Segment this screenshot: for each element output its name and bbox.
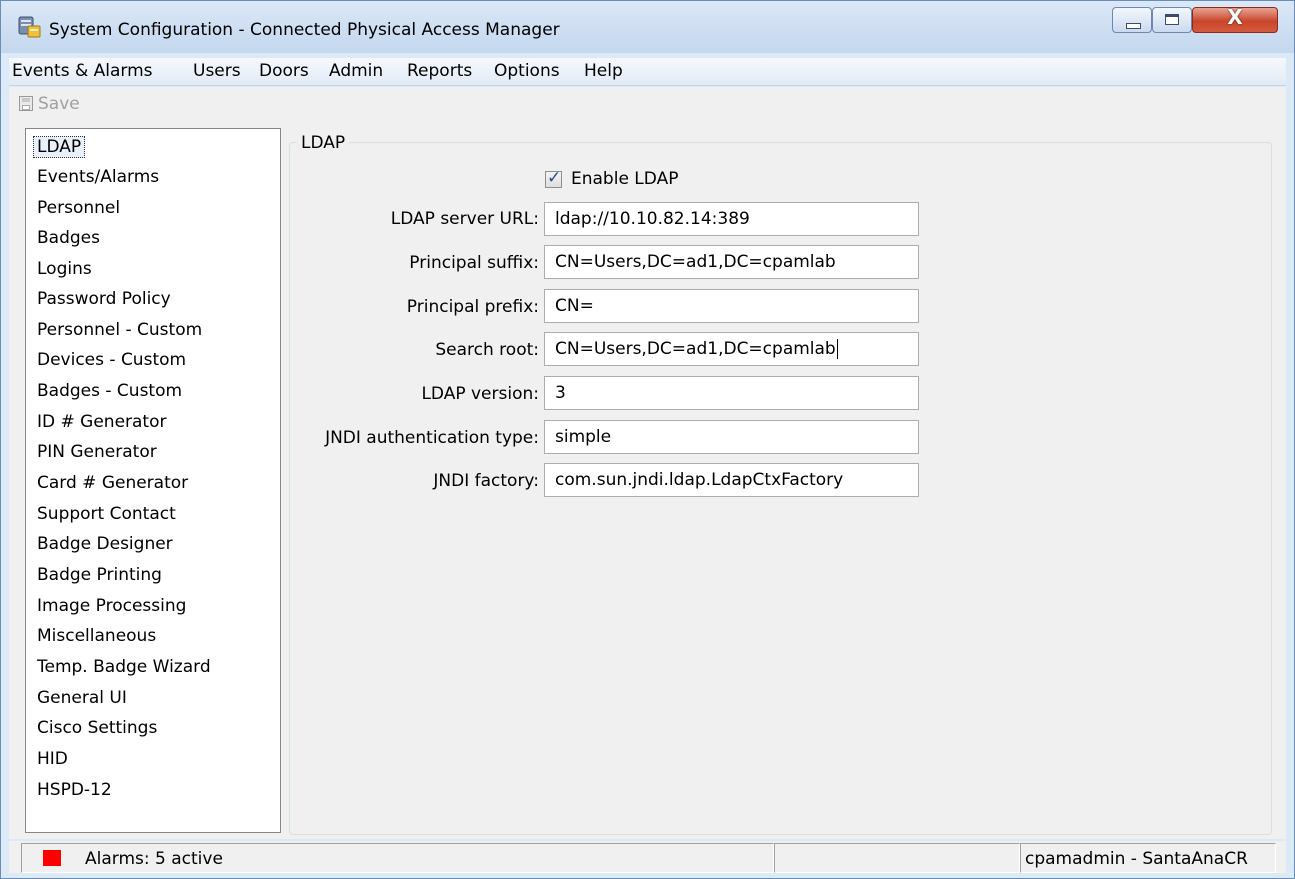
menu-bar: Events & Alarms Users Doors Admin Report…	[9, 58, 1286, 86]
close-button[interactable]: X	[1192, 5, 1278, 33]
sidebar-item-badge-designer[interactable]: Badge Designer	[37, 534, 173, 554]
search-root-value: CN=Users,DC=ad1,DC=cpamlab	[555, 339, 836, 359]
jndi-auth-type-value: simple	[555, 427, 612, 447]
principal-suffix-input[interactable]: CN=Users,DC=ad1,DC=cpamlab	[544, 245, 919, 279]
menu-doors[interactable]: Doors	[259, 61, 309, 81]
sidebar-item-badge-printing[interactable]: Badge Printing	[37, 565, 162, 585]
window-title: System Configuration - Connected Physica…	[49, 20, 560, 40]
alarm-indicator	[43, 850, 61, 866]
jndi-factory-label: JNDI factory:	[433, 471, 539, 491]
ldap-server-url-input[interactable]: ldap://10.10.82.14:389	[544, 202, 919, 236]
checkmark-icon: ✓	[547, 168, 562, 188]
sidebar-item-image-processing[interactable]: Image Processing	[37, 596, 186, 616]
jndi-factory-value: com.sun.jndi.ldap.LdapCtxFactory	[555, 470, 844, 490]
enable-ldap-checkbox[interactable]: ✓	[545, 168, 562, 188]
sidebar-item-hspd-12[interactable]: HSPD-12	[37, 780, 112, 800]
minimize-icon	[1126, 23, 1141, 29]
menu-help[interactable]: Help	[584, 61, 623, 81]
alarm-status[interactable]: Alarms: 5 active	[85, 849, 223, 869]
jndi-auth-type-label: JNDI authentication type:	[325, 428, 539, 448]
menu-options[interactable]: Options	[494, 61, 560, 81]
sidebar-item-temp-badge-wizard[interactable]: Temp. Badge Wizard	[37, 657, 211, 677]
save-button[interactable]: Save	[38, 94, 80, 114]
server-config-icon	[18, 16, 41, 38]
group-title: LDAP	[297, 133, 350, 153]
minimize-button[interactable]	[1112, 7, 1152, 33]
jndi-factory-input[interactable]: com.sun.jndi.ldap.LdapCtxFactory	[544, 463, 919, 497]
floppy-disk-icon	[19, 96, 33, 111]
logged-in-user: cpamadmin - SantaAnaCR	[1025, 849, 1248, 869]
sidebar-item-id-generator[interactable]: ID # Generator	[37, 412, 166, 432]
jndi-auth-type-input[interactable]: simple	[544, 420, 919, 454]
sidebar-item-password-policy[interactable]: Password Policy	[37, 289, 171, 309]
text-cursor	[836, 339, 838, 359]
enable-ldap-label[interactable]: Enable LDAP	[571, 169, 678, 189]
menu-users[interactable]: Users	[193, 61, 241, 81]
sidebar-item-personnel-custom[interactable]: Personnel - Custom	[37, 320, 202, 340]
toolbar	[9, 87, 1286, 123]
ldap-version-input[interactable]: 3	[544, 376, 919, 410]
sidebar-item-personnel[interactable]: Personnel	[37, 198, 120, 218]
sidebar-item-support-contact[interactable]: Support Contact	[37, 504, 176, 524]
sidebar-item-events-alarms[interactable]: Events/Alarms	[37, 167, 159, 187]
principal-prefix-input[interactable]: CN=	[544, 289, 919, 323]
menu-admin[interactable]: Admin	[329, 61, 383, 81]
sidebar-item-hid[interactable]: HID	[37, 749, 68, 769]
search-root-label: Search root:	[435, 340, 539, 360]
sidebar-item-badges-custom[interactable]: Badges - Custom	[37, 381, 182, 401]
principal-prefix-value: CN=	[555, 296, 594, 316]
status-cell-middle	[774, 843, 1020, 873]
maximize-button[interactable]	[1152, 7, 1192, 33]
search-root-input[interactable]: CN=Users,DC=ad1,DC=cpamlab	[544, 332, 919, 366]
sidebar-item-ldap[interactable]: LDAP	[33, 136, 86, 158]
sidebar-item-devices-custom[interactable]: Devices - Custom	[37, 350, 186, 370]
principal-prefix-label: Principal prefix:	[406, 297, 539, 317]
maximize-icon	[1165, 14, 1179, 25]
ldap-version-label: LDAP version:	[421, 384, 539, 404]
menu-events-alarms[interactable]: Events & Alarms	[12, 61, 153, 81]
sidebar-item-pin-generator[interactable]: PIN Generator	[37, 442, 157, 462]
principal-suffix-label: Principal suffix:	[409, 253, 539, 273]
sidebar-item-badges[interactable]: Badges	[37, 228, 100, 248]
principal-suffix-value: CN=Users,DC=ad1,DC=cpamlab	[555, 252, 836, 272]
menu-reports[interactable]: Reports	[407, 61, 472, 81]
sidebar-item-general-ui[interactable]: General UI	[37, 688, 127, 708]
close-icon: X	[1227, 5, 1243, 29]
sidebar-item-miscellaneous[interactable]: Miscellaneous	[37, 626, 156, 646]
sidebar-item-logins[interactable]: Logins	[37, 259, 92, 279]
ldap-server-url-value: ldap://10.10.82.14:389	[555, 209, 750, 229]
sidebar-item-cisco-settings[interactable]: Cisco Settings	[37, 718, 157, 738]
ldap-version-value: 3	[555, 383, 566, 403]
app-window: System Configuration - Connected Physica…	[0, 0, 1295, 879]
ldap-server-url-label: LDAP server URL:	[390, 209, 539, 229]
sidebar-item-card-generator[interactable]: Card # Generator	[37, 473, 188, 493]
